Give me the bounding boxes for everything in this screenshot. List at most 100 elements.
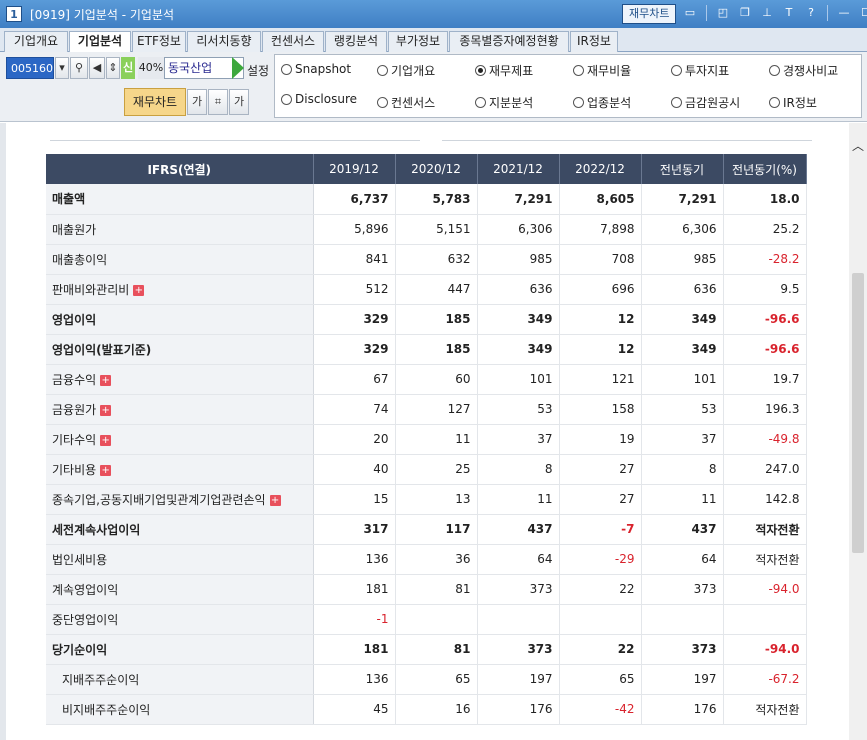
row-label-cell: 영업이익	[46, 304, 314, 335]
value-cell: 437	[641, 514, 724, 545]
stepper-icon[interactable]: ⇕	[106, 57, 120, 79]
font-up-label: 가	[191, 95, 203, 108]
value-cell: 176	[477, 694, 560, 725]
vertical-scrollbar[interactable]: ︿	[849, 123, 867, 740]
row-label-cell: 당기순이익	[46, 634, 314, 665]
tab-ir-info[interactable]: IR정보	[570, 31, 618, 52]
help-icon[interactable]: ?	[803, 5, 819, 21]
radio-equity-analysis[interactable]: 지분분석	[475, 94, 533, 111]
table-row: 지배주주순이익 136 65 197 65 197 -67.2	[46, 664, 807, 695]
tab-research[interactable]: 리서치동향	[187, 31, 261, 52]
value-cell: 101	[477, 364, 560, 395]
stock-code-input[interactable]: 005160	[6, 57, 54, 79]
sound-icon[interactable]: ◀	[89, 57, 105, 79]
row-label: 영업이익(발표기준)	[52, 342, 152, 357]
radio-industry-analysis[interactable]: 업종분석	[573, 94, 631, 111]
column-header[interactable]: 2019/12	[313, 154, 396, 184]
pin-icon[interactable]: ⊥	[759, 5, 775, 21]
chart-icon[interactable]: ▭	[682, 5, 698, 21]
value-cell: 12	[559, 304, 642, 335]
maximize-icon[interactable]: ☐	[858, 5, 867, 21]
tab-company-analysis[interactable]: 기업분석	[69, 31, 131, 53]
scroll-up-icon[interactable]: ︿	[852, 137, 864, 154]
radio-financial-statements[interactable]: 재무제표	[475, 62, 533, 79]
value-cell: 81	[395, 574, 478, 605]
tab-consensus[interactable]: 컨센서스	[262, 31, 324, 52]
fit-icon[interactable]: ⌗	[208, 89, 228, 115]
value-cell: 19	[559, 424, 642, 455]
radio-label: 재무제표	[489, 64, 534, 78]
radio-ir-info[interactable]: IR정보	[769, 94, 817, 111]
radio-dot	[671, 97, 682, 108]
credit-badge: 신	[121, 57, 135, 79]
row-label: 당기순이익	[52, 642, 108, 657]
value-cell: 11	[477, 484, 560, 515]
row-label: 매출총이익	[52, 252, 108, 267]
value-cell: 636	[641, 274, 724, 305]
radio-consensus[interactable]: 컨센서스	[377, 94, 435, 111]
title-bar: 1 [0919] 기업분석 - 기업분석 재무차트 ▭ ◰ ❐ ⊥ T ? — …	[0, 0, 867, 28]
radio-snapshot[interactable]: Snapshot	[281, 62, 351, 76]
row-label: 매출원가	[52, 222, 97, 237]
radio-financial-ratios[interactable]: 재무비율	[573, 62, 631, 79]
value-cell: 11	[395, 424, 478, 455]
font-decrease-button[interactable]: 가	[229, 89, 249, 115]
copy-window-icon[interactable]: ❐	[737, 5, 753, 21]
tab-etf-info[interactable]: ETF정보	[132, 31, 186, 52]
expand-plus-icon[interactable]: +	[133, 284, 145, 296]
row-label: 기타비용	[52, 462, 97, 477]
setting-label[interactable]: 설정	[247, 62, 269, 79]
value-cell: 15	[313, 484, 396, 515]
row-label: 금융수익	[52, 372, 97, 387]
fin-chart-title-button[interactable]: 재무차트	[622, 4, 677, 24]
value-cell: 127	[395, 394, 478, 425]
column-header[interactable]: 2021/12	[477, 154, 560, 184]
value-cell: 349	[477, 304, 560, 335]
chart-legend-fragment	[442, 123, 812, 141]
tab-ranking[interactable]: 랭킹분석	[325, 31, 387, 52]
content-area: IFRS(연결) 2019/12 2020/12 2021/12 2022/12…	[0, 123, 867, 740]
column-header[interactable]: 2022/12	[559, 154, 642, 184]
table-row: 비지배주주순이익 45 16 176 -42 176 적자전환	[46, 694, 807, 725]
chart-legend-fragment	[50, 123, 420, 141]
value-cell: 8,605	[559, 184, 642, 215]
value-cell	[395, 604, 478, 635]
expand-plus-icon[interactable]: +	[100, 464, 112, 476]
font-increase-button[interactable]: 가	[187, 89, 207, 115]
row-label-cell: 매출원가	[46, 214, 314, 245]
table-header-row: IFRS(연결) 2019/12 2020/12 2021/12 2022/12…	[46, 154, 807, 184]
scrollbar-thumb[interactable]	[852, 273, 864, 553]
tab-capital-increase[interactable]: 종목별증자예정현황	[449, 31, 569, 52]
radio-disclosure[interactable]: Disclosure	[281, 92, 357, 106]
radio-fss-disclosure[interactable]: 금감원공시	[671, 94, 740, 111]
font-size-icon[interactable]: T	[781, 5, 797, 21]
value-cell: 40	[313, 454, 396, 485]
value-cell: 8	[641, 454, 724, 485]
value-cell: 13	[395, 484, 478, 515]
value-cell: 636	[477, 274, 560, 305]
search-icon[interactable]: ⚲	[70, 57, 88, 79]
table-row: 금융원가 +74 127 53 158 53 196.3	[46, 394, 807, 425]
radio-company-overview[interactable]: 기업개요	[377, 62, 435, 79]
value-cell: 8	[477, 454, 560, 485]
layout-icon[interactable]: ◰	[715, 5, 731, 21]
value-cell: 7,291	[477, 184, 560, 215]
column-header[interactable]: 2020/12	[395, 154, 478, 184]
tab-company-overview[interactable]: 기업개요	[4, 31, 68, 52]
expand-plus-icon[interactable]: +	[100, 434, 112, 446]
value-cell: -96.6	[723, 304, 807, 335]
expand-plus-icon[interactable]: +	[100, 374, 112, 386]
minimize-icon[interactable]: —	[836, 5, 852, 21]
expand-plus-icon[interactable]: +	[269, 494, 281, 506]
table-row: 판매비와관리비 +512 447 636 696 636 9.5	[46, 274, 807, 305]
code-dropdown-button[interactable]: ▾	[55, 57, 69, 79]
radio-investment-indicators[interactable]: 투자지표	[671, 62, 729, 79]
value-cell: 136	[313, 664, 396, 695]
value-cell: 185	[395, 304, 478, 335]
value-cell: 181	[313, 574, 396, 605]
radio-competitor-comparison[interactable]: 경쟁사비교	[769, 62, 838, 79]
value-cell: 349	[477, 334, 560, 365]
tab-extra-info[interactable]: 부가정보	[388, 31, 448, 52]
fin-chart-button[interactable]: 재무차트	[124, 88, 186, 116]
expand-plus-icon[interactable]: +	[100, 404, 112, 416]
